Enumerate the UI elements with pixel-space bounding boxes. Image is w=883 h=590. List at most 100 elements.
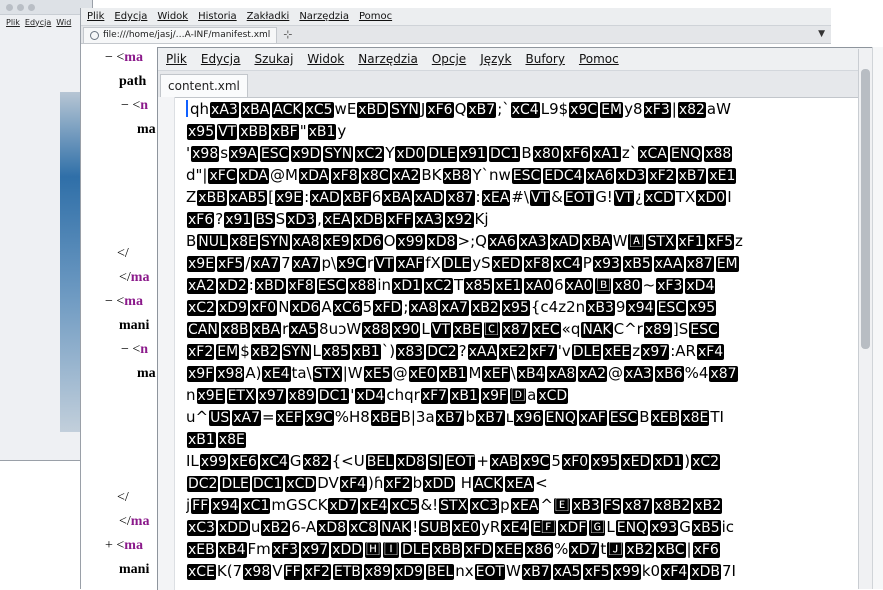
browser-menu-narzedzia[interactable]: Narzędzia [299, 11, 349, 22]
control-char-glyph: x9C [569, 102, 599, 118]
control-char-glyph: xCD [285, 476, 317, 492]
editor-text-line: xC3 xDD u xB2 6-A xD8 xC8 NAK! SUB xE0 yR xE4 E🄵 xDF 🄶… [186, 516, 858, 538]
control-char-glyph: xC3 [187, 520, 216, 536]
editor-menu-opcje[interactable]: Opcje [432, 52, 466, 66]
control-char-glyph: xA2 [187, 278, 216, 294]
editor-tab-content-xml[interactable]: content.xml [160, 74, 248, 97]
browser-menu-zakladki[interactable]: Zakładki [247, 11, 290, 22]
window-menu-icon[interactable] [6, 3, 13, 11]
xml-attribute-name: mani [119, 562, 150, 577]
control-char-glyph: xB3 [586, 300, 615, 316]
xml-tree-line[interactable]: − <n [121, 338, 148, 362]
text-run: | [671, 100, 677, 118]
text-run: Kj [474, 210, 489, 228]
editor-menu-widok[interactable]: Widok [307, 52, 344, 66]
menu-item-widok[interactable]: Wid [56, 18, 71, 27]
editor-menu-narzedzia[interactable]: Narzędzia [358, 52, 418, 66]
editor-text-line: x95 VT xBB xBF " xB1 y [186, 120, 858, 142]
text-run: 5 [362, 298, 373, 316]
control-char-glyph: xDB [690, 564, 721, 580]
control-char-glyph: xFF [386, 212, 413, 228]
control-char-glyph: xD3 [616, 168, 647, 184]
browser-menu-pomoc[interactable]: Pomoc [359, 11, 392, 22]
xml-tree-prefix: − < [121, 98, 141, 113]
control-char-glyph: xA1 [592, 146, 621, 162]
editor-menu-plik[interactable]: Plik [166, 52, 187, 66]
text-run: @ [392, 364, 408, 382]
control-char-glyph: VT [374, 256, 395, 272]
browser-tab[interactable]: file:///home/jasj/…A-INF/manifest.xml [83, 26, 278, 43]
text-run: B [639, 408, 650, 426]
text-run: N [278, 298, 290, 316]
control-char-glyph: x8C [360, 168, 390, 184]
menu-item-edycja[interactable]: Edycja [25, 18, 51, 27]
editor-vertical-scrollbar[interactable] [858, 49, 873, 589]
control-char-glyph: DC2 [187, 476, 219, 492]
control-char-glyph: x87 [709, 366, 738, 382]
control-char-glyph: STX [646, 234, 676, 250]
text-run: A [321, 298, 332, 316]
xml-attribute-name: ma [137, 366, 156, 381]
control-char-glyph: xCD [537, 388, 569, 404]
editor-text-area[interactable]: qh xA3 xBA ACK xC5 wE xBD SYN JxF6 QxB7 ;` xC4 L9$ x9… [186, 98, 858, 590]
scrollbar-thumb[interactable] [861, 69, 870, 349]
editor-menu-jezyk[interactable]: Język [480, 52, 511, 66]
control-char-glyph: DC2 [426, 344, 458, 360]
xml-tree-prefix: </ [117, 246, 129, 261]
browser-menu-plik[interactable]: Plik [87, 11, 104, 22]
control-char-glyph: x80 [532, 146, 561, 162]
control-char-glyph: xE9 [322, 234, 351, 250]
xml-tree-line[interactable]: + <ma [105, 534, 143, 558]
control-char-glyph: x87 [623, 498, 652, 514]
control-char-glyph: xFD [463, 542, 494, 558]
browser-menu-historia[interactable]: Historia [198, 11, 237, 22]
text-run: TX [675, 188, 696, 206]
new-tab-button[interactable]: ⊹ [283, 28, 292, 41]
control-char-glyph: x8B [220, 322, 250, 338]
editor-menu-pomoc[interactable]: Pomoc [579, 52, 619, 66]
control-char-glyph: STX [312, 366, 342, 382]
control-char-glyph: xF8 [331, 168, 359, 184]
text-run: ic [721, 518, 735, 536]
control-char-glyph: x8E [681, 410, 710, 426]
text-run: T [454, 276, 464, 294]
control-char-glyph: xEC [531, 322, 561, 338]
tab-list-dropdown-icon[interactable]: ▼ [818, 29, 825, 39]
editor-text-line: d"| xFC xDA @M xDA xF8 x8C xA2 BK xB8 Y`nw ESC EDC4 x… [186, 164, 858, 186]
menu-item-plik[interactable]: Plik [6, 18, 20, 27]
control-char-glyph: xBB [239, 124, 269, 140]
control-char-glyph: xBA [240, 102, 271, 118]
window-button-icon[interactable] [17, 3, 24, 11]
xml-tree-line[interactable]: − <ma [105, 290, 143, 314]
text-run: Q [454, 100, 467, 118]
browser-menu-edycja[interactable]: Edycja [114, 11, 147, 22]
editor-menu-bufory[interactable]: Bufory [525, 52, 564, 66]
text-run: BK [421, 166, 442, 184]
xml-tree-line[interactable]: − <ma [105, 46, 143, 70]
control-char-glyph: x95 [187, 124, 216, 140]
xml-tree-line[interactable]: − <n [121, 94, 148, 118]
control-char-glyph: x87 [685, 256, 714, 272]
window-button-icon[interactable] [28, 3, 35, 11]
text-run: y8 [624, 100, 643, 118]
control-char-glyph: xDA [238, 168, 270, 184]
control-char-glyph: xEA [322, 212, 352, 228]
editor-tabbar: content.xml [158, 71, 883, 98]
editor-menu-edycja[interactable]: Edycja [201, 52, 241, 66]
control-char-glyph: xA2 [391, 168, 421, 184]
control-char-glyph: FS [602, 498, 622, 514]
text-run: )ɦ [368, 474, 384, 492]
control-char-glyph: xDB [353, 212, 385, 228]
control-char-glyph: x99 [199, 454, 228, 470]
control-char-glyph: xB3 [571, 498, 601, 514]
text-run: , [317, 210, 322, 228]
editor-menu-szukaj[interactable]: Szukaj [254, 52, 293, 66]
browser-menu-widok[interactable]: Widok [157, 11, 188, 22]
control-char-glyph: xD0 [395, 146, 426, 162]
text-run: K(7 [216, 562, 243, 580]
editor-text-line: xF2 EM $ xB2 SYN Lx85 xB1 `) x83 DC2? xAA xE2 xF7'v D… [186, 340, 858, 362]
control-char-glyph: x82 [677, 102, 706, 118]
text-run: B|3a [400, 408, 435, 426]
control-char-glyph: xA8 [547, 366, 577, 382]
text-run: yS [472, 254, 491, 272]
